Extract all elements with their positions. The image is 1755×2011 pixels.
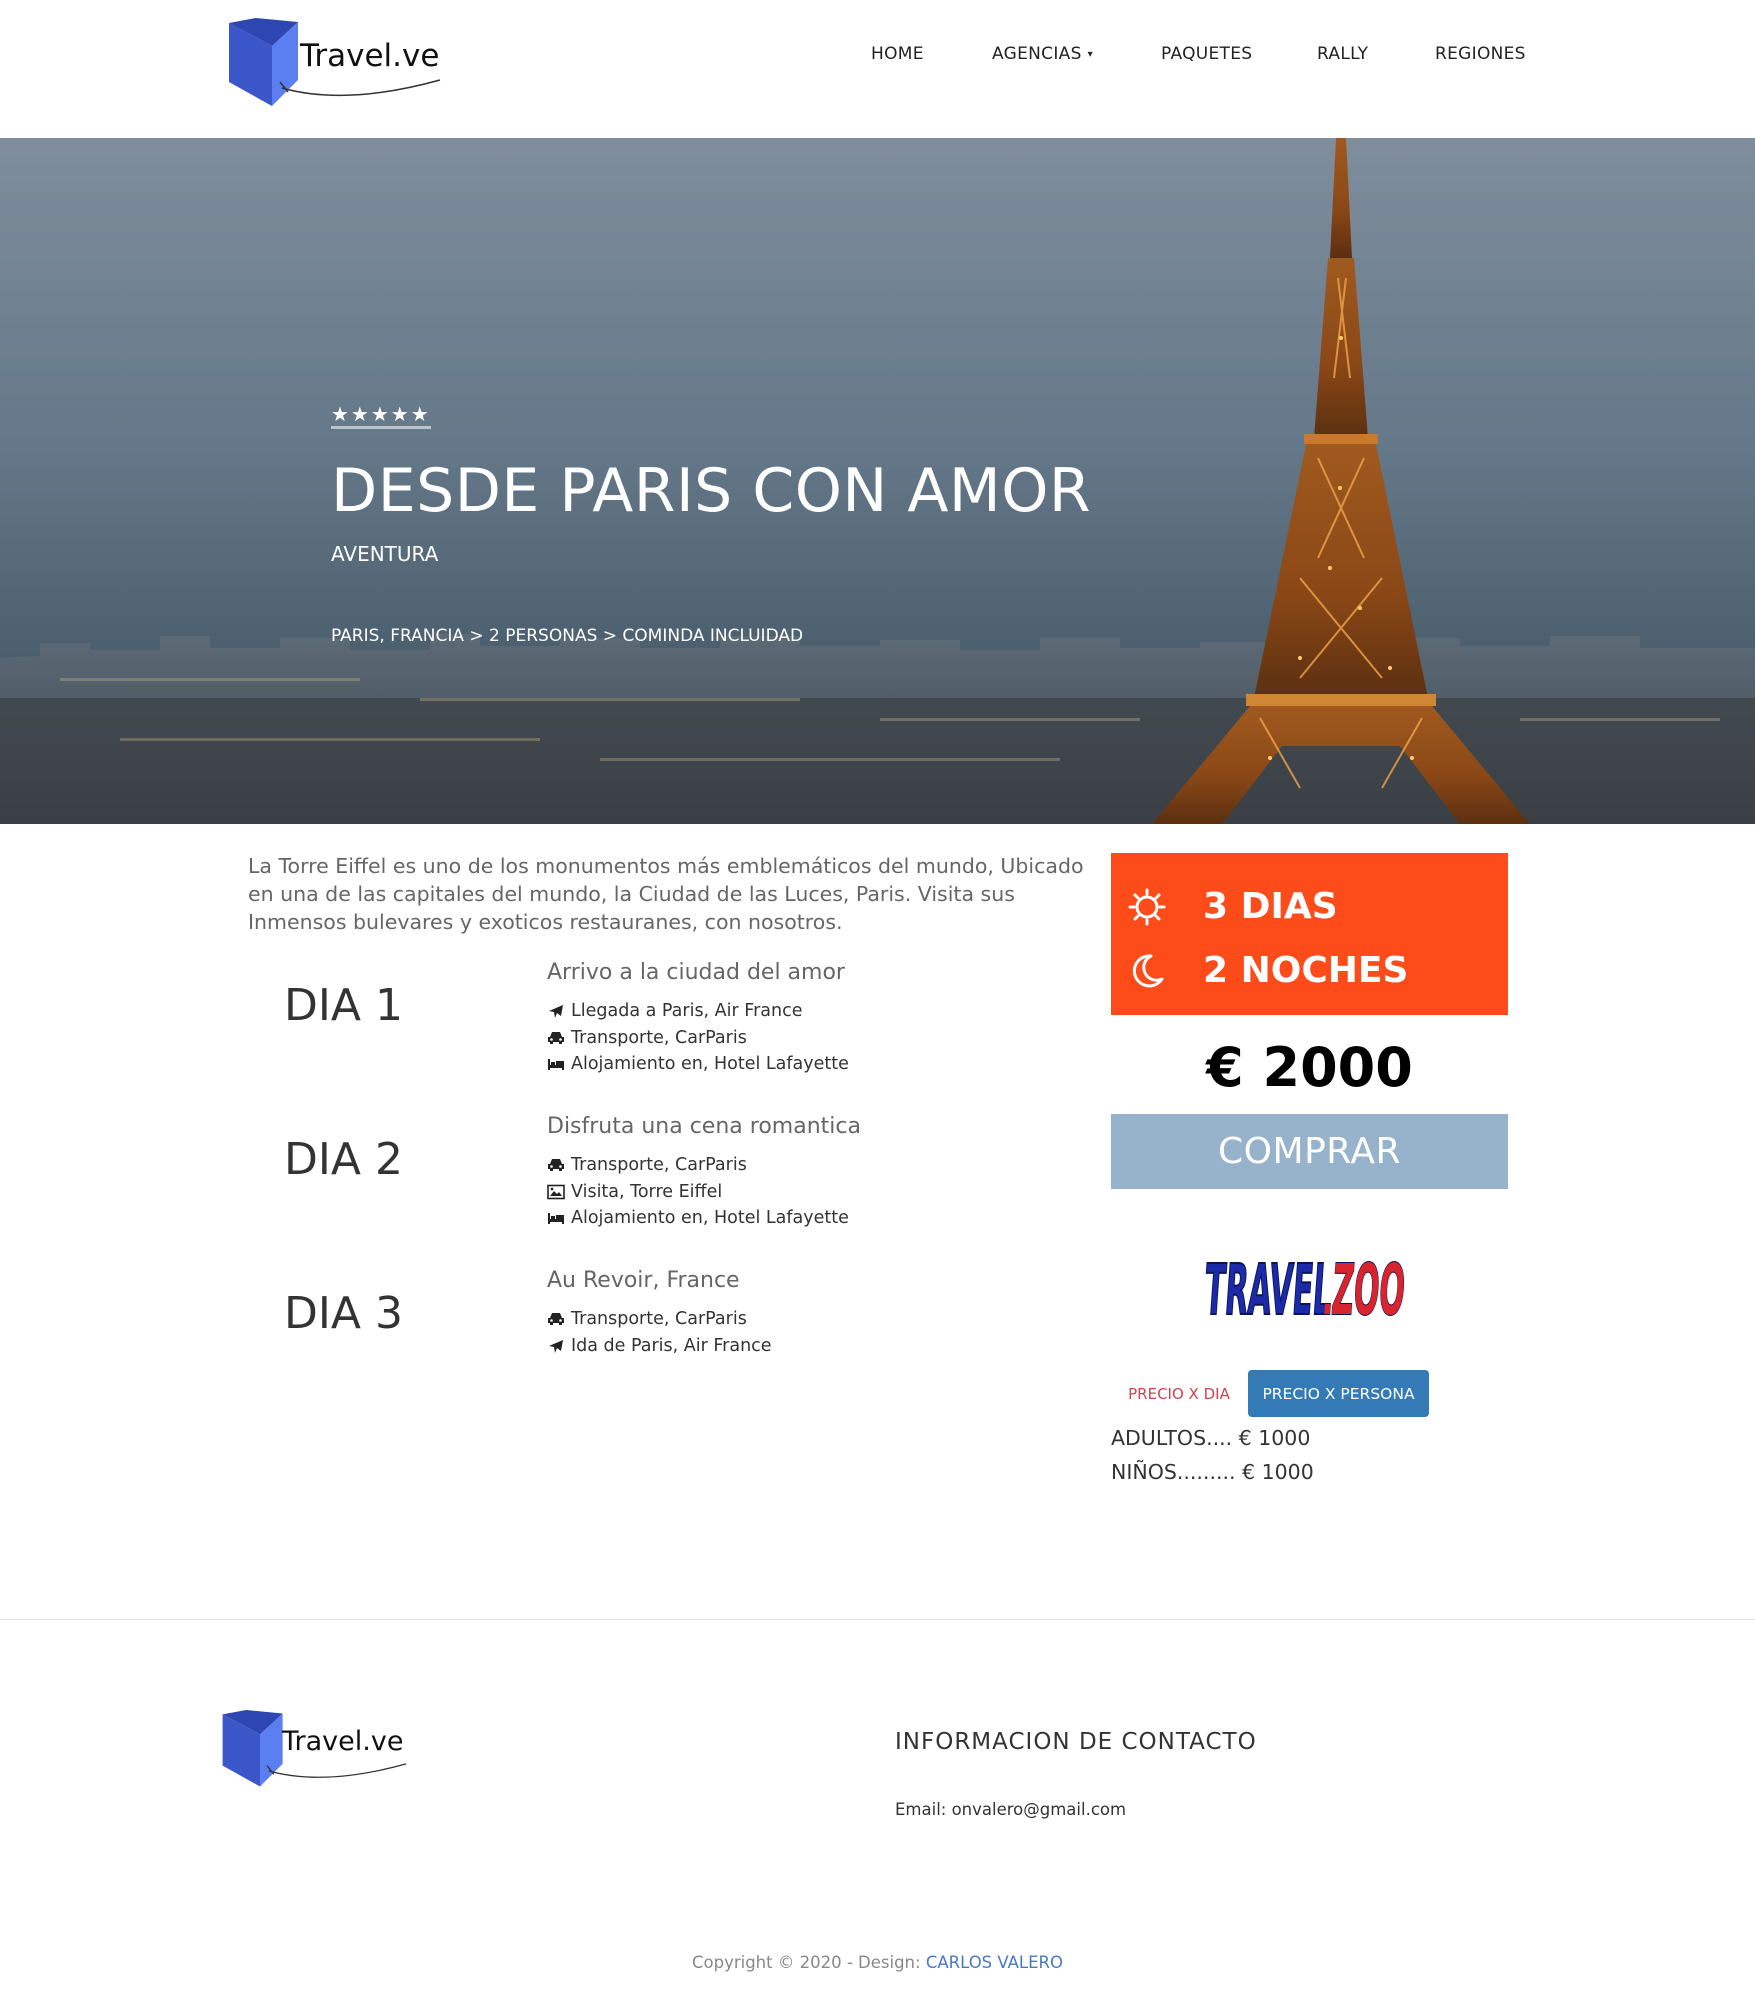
nav-home[interactable]: HOME [871, 44, 924, 64]
day-1-title: Arrivo a la ciudad del amor [547, 960, 845, 985]
nav-home-label: HOME [871, 44, 924, 64]
day-2-title: Disfruta una cena romantica [547, 1114, 861, 1139]
nights-label: 2 NOCHES [1203, 950, 1409, 991]
rating-stars-icon: ★★★★★ [331, 404, 431, 429]
duration-box: 3 DIAS 2 NOCHES [1111, 853, 1508, 1015]
list-item: Ida de Paris, Air France [547, 1333, 772, 1360]
main-nav: HOME AGENCIAS ▾ PAQUETES RALLY REGIONES [0, 44, 1755, 74]
footer-divider [0, 1619, 1755, 1620]
nights-row: 2 NOCHES [1127, 950, 1408, 991]
tab-price-per-person[interactable]: PRECIO X PERSONA [1248, 1370, 1429, 1417]
day-3-title: Au Revoir, France [547, 1268, 740, 1293]
plane-icon [549, 1005, 563, 1019]
designer-link[interactable]: CARLOS VALERO [926, 1953, 1063, 1972]
hero-breadcrumb: PARIS, FRANCIA > 2 PERSONAS > COMINDA IN… [331, 626, 804, 646]
contact-email[interactable]: Email: onvalero@gmail.com [895, 1800, 1126, 1819]
intro-text: La Torre Eiffel es uno de los monumentos… [248, 854, 1084, 934]
image-icon [547, 1184, 565, 1200]
list-item: Transporte, CarParis [547, 1152, 849, 1179]
child-price: NIÑOS......... € 1000 [1111, 1460, 1314, 1484]
list-item-text: Transporte, CarParis [571, 1155, 747, 1175]
list-item: Llegada a Paris, Air France [547, 998, 849, 1025]
buy-button[interactable]: COMPRAR [1111, 1114, 1508, 1189]
list-item-text: Transporte, CarParis [571, 1027, 747, 1048]
nav-rally-label: RALLY [1317, 44, 1369, 64]
nav-regiones[interactable]: REGIONES [1435, 44, 1526, 64]
list-item-text: Llegada a Paris, Air France [571, 1001, 803, 1021]
hero-title: DESDE PARIS CON AMOR [331, 456, 1092, 526]
contact-heading: INFORMACION DE CONTACTO [895, 1729, 1257, 1755]
nav-rally[interactable]: RALLY [1317, 44, 1368, 64]
list-item-text: Alojamiento en, Hotel Lafayette [571, 1208, 849, 1228]
car-icon [548, 1313, 564, 1326]
nav-agencias[interactable]: AGENCIAS ▾ [992, 44, 1093, 64]
nav-paquetes[interactable]: PAQUETES [1161, 44, 1252, 64]
list-item: Alojamiento en, Hotel Lafayette [547, 1051, 849, 1078]
copyright: Copyright © 2020 - Design: CARLOS VALERO [0, 1953, 1755, 1972]
day-1-label: DIA 1 [284, 980, 403, 1031]
sun-icon [1128, 888, 1166, 925]
footer-logo[interactable]: Travel.ve [220, 1710, 420, 1790]
adult-price: ADULTOS.... € 1000 [1111, 1426, 1311, 1450]
caret-down-icon: ▾ [1087, 49, 1093, 60]
days-label: 3 DIAS [1203, 886, 1338, 927]
nav-regiones-label: REGIONES [1435, 44, 1526, 64]
bed-icon [548, 1059, 564, 1071]
list-item-text: Visita, Torre Eiffel [571, 1181, 723, 1202]
travelzoo-logo[interactable]: TRAVELZOO TRAVELZOO [1205, 1232, 1415, 1328]
list-item: Alojamiento en, Hotel Lafayette [547, 1205, 849, 1232]
list-item: Transporte, CarParis [547, 1025, 849, 1052]
hero-subtitle: AVENTURA [331, 542, 439, 566]
bed-icon [548, 1213, 564, 1225]
day-2-list: Transporte, CarParis Visita, Torre Eiffe… [547, 1152, 849, 1232]
day-3-list: Transporte, CarParis Ida de Paris, Air F… [547, 1306, 772, 1359]
list-item-text: Alojamiento en, Hotel Lafayette [571, 1054, 849, 1074]
copyright-text: Copyright © 2020 - Design: [691, 1953, 926, 1972]
tab-price-per-day[interactable]: PRECIO X DIA [1118, 1372, 1240, 1416]
days-row: 3 DIAS [1127, 886, 1338, 927]
site-header: Travel.ve HOME AGENCIAS ▾ PAQUETES RALLY … [0, 0, 1755, 138]
list-item-text: Ida de Paris, Air France [571, 1335, 772, 1356]
nav-paquetes-label: PAQUETES [1161, 44, 1253, 64]
moon-icon [1132, 953, 1164, 987]
list-item: Transporte, CarParis [547, 1306, 772, 1333]
nav-agencias-label: AGENCIAS [992, 44, 1082, 64]
car-icon [548, 1031, 564, 1044]
footer-brand-name: Travel.ve [282, 1726, 404, 1757]
list-item-text: Transporte, CarParis [571, 1309, 747, 1329]
list-item: Visita, Torre Eiffel [547, 1179, 849, 1206]
day-1-list: Llegada a Paris, Air France Transporte, … [547, 998, 849, 1078]
day-3-label: DIA 3 [284, 1288, 403, 1339]
total-price: € 2000 [1206, 1036, 1413, 1099]
plane-icon [549, 1339, 563, 1353]
hero-banner: ★★★★★ DESDE PARIS CON AMOR AVENTURA PARI… [0, 138, 1755, 824]
car-icon [548, 1159, 564, 1172]
day-2-label: DIA 2 [284, 1134, 403, 1185]
